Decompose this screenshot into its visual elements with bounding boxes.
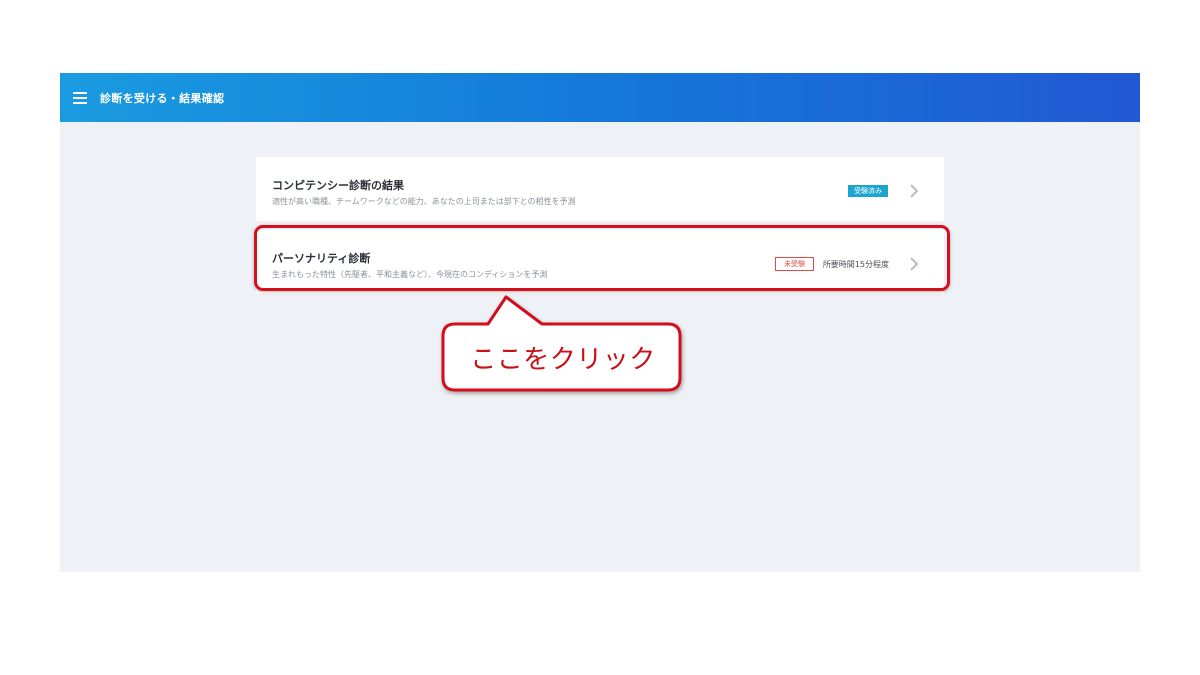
callout-text: ここをクリック — [470, 344, 656, 375]
page-title: 診断を受ける・結果確認 — [100, 91, 225, 105]
status-badge-taken: 受験済み — [848, 185, 888, 197]
hamburger-menu-icon[interactable] — [73, 92, 87, 104]
card-description: 適性が高い職種、チームワークなどの能力、あなたの上司または部下との相性を予測 — [272, 197, 576, 206]
header-bar: 診断を受ける・結果確認 — [60, 73, 1140, 122]
chevron-right-icon — [910, 184, 919, 198]
card-title: コンピテンシー診断の結果 — [272, 179, 404, 192]
highlight-box — [254, 225, 950, 291]
competency-result-card[interactable]: コンピテンシー診断の結果 適性が高い職種、チームワークなどの能力、あなたの上司ま… — [256, 157, 944, 221]
